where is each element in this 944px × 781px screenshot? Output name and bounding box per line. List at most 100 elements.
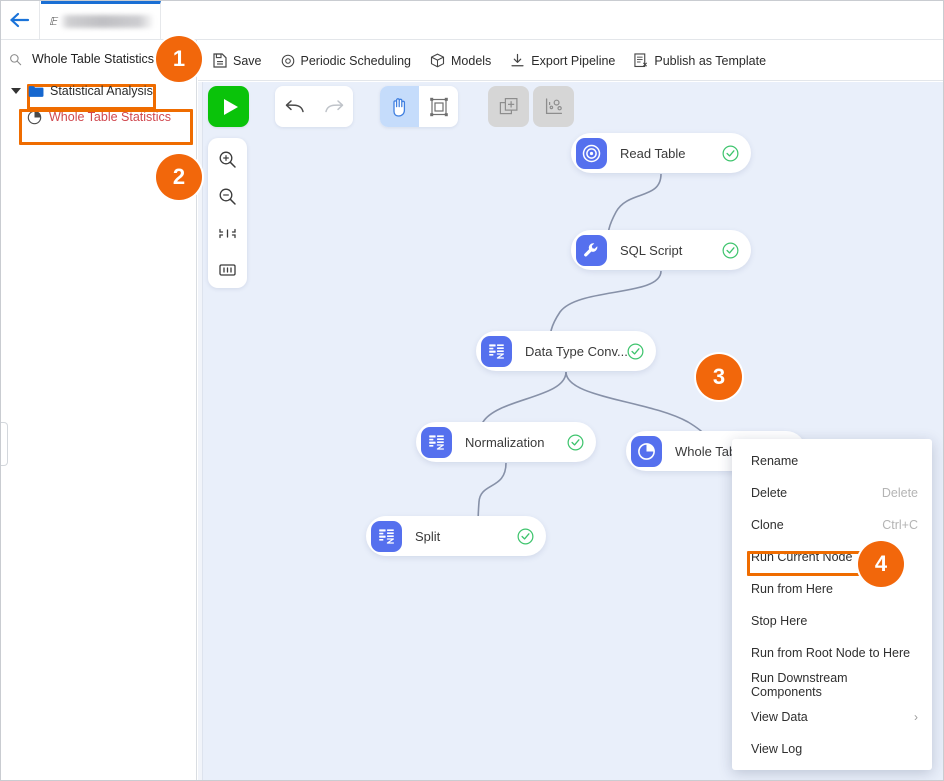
status-success-icon (722, 145, 739, 161)
status-success-icon (627, 343, 644, 359)
sidebar-item-whole-table-statistics[interactable]: Whole Table Statistics (1, 104, 197, 130)
context-menu-item-run-downstream-components[interactable]: Run Downstream Components (732, 669, 932, 701)
context-menu-item-label: Run Current Node (751, 550, 853, 564)
chevron-right-icon: › (914, 710, 918, 724)
fit-to-screen-button[interactable] (213, 218, 243, 248)
context-menu-item-stop-here[interactable]: Stop Here (732, 605, 932, 637)
target-icon (576, 137, 607, 169)
context-menu-item-label: View Log (751, 742, 803, 756)
context-menu-item-run-from-root-node-to-here[interactable]: Run from Root Node to Here (732, 637, 932, 669)
zoom-in-icon (219, 151, 236, 168)
folder-icon (28, 85, 44, 97)
redo-button[interactable] (314, 86, 353, 127)
context-menu-item-delete[interactable]: Delete Delete (732, 477, 932, 509)
redo-icon (324, 99, 343, 112)
pan-tool-button[interactable] (380, 86, 419, 127)
zoom-out-button[interactable] (213, 181, 243, 211)
annotation-badge-3: 3 (696, 354, 742, 400)
undo-icon (285, 99, 304, 112)
sidebar-folder-statistical-analysis[interactable]: Statistical Analysis (1, 78, 197, 104)
back-button[interactable] (1, 1, 40, 39)
search-input[interactable] (29, 48, 169, 70)
annotation-badge-2: 2 (156, 154, 202, 200)
status-success-icon (722, 242, 739, 258)
context-menu-item-view-log[interactable]: View Log (732, 733, 932, 765)
hand-icon (393, 97, 406, 117)
export-pipeline-button[interactable]: Export Pipeline (510, 53, 615, 68)
sidebar-folder-label: Statistical Analysis (50, 84, 153, 98)
annotation-badge-number: 4 (874, 551, 888, 576)
clock-icon (281, 54, 294, 67)
pie-clock-icon (631, 435, 662, 467)
zoom-in-button[interactable] (213, 144, 243, 174)
table-icon (481, 335, 512, 367)
annotation-badge-1: 1 (156, 36, 202, 82)
models-button[interactable]: Models (430, 53, 491, 68)
pipeline-node-read-table[interactable]: Read Table (571, 133, 751, 173)
wrench-icon (576, 234, 607, 266)
search-icon (10, 53, 22, 65)
download-icon (511, 53, 524, 67)
context-menu-item-label: Run from Here (751, 582, 833, 596)
save-icon (213, 53, 227, 68)
back-arrow-icon (10, 12, 30, 28)
periodic-scheduling-label: Periodic Scheduling (300, 53, 412, 68)
add-node-button[interactable] (488, 86, 529, 127)
context-menu-item-label: View Data (751, 710, 808, 724)
tab-file-icon: 𝔼 (49, 16, 58, 28)
periodic-scheduling-button[interactable]: Periodic Scheduling (281, 53, 412, 68)
application-window: 𝔼 Statistical Analysis (0, 0, 944, 781)
node-label: Data Type Conv... (525, 343, 628, 359)
run-pipeline-button[interactable] (208, 86, 249, 127)
save-button[interactable]: Save (213, 53, 262, 68)
context-menu-item-label: Run Downstream Components (751, 671, 848, 699)
annotation-badge-number: 2 (172, 164, 186, 189)
node-label: Read Table (620, 145, 686, 161)
marquee-icon (429, 97, 448, 116)
publish-as-template-label: Publish as Template (654, 53, 767, 68)
context-menu-item-clone[interactable]: Clone Ctrl+C (732, 509, 932, 541)
context-menu-item-rename[interactable]: Rename (732, 445, 932, 477)
sidebar-collapse-handle[interactable] (1, 422, 8, 466)
zoom-control-group (208, 138, 247, 288)
fit-icon (219, 228, 236, 238)
document-tab[interactable]: 𝔼 (41, 1, 161, 39)
export-pipeline-label: Export Pipeline (531, 53, 616, 68)
save-label: Save (233, 53, 262, 68)
context-menu-item-run-from-here[interactable]: Run from Here (732, 573, 932, 605)
actual-size-button[interactable] (213, 255, 243, 285)
context-menu-item-label: Delete (751, 486, 788, 500)
pipeline-canvas[interactable]: Read Table SQL Script Data Type Conv... … (198, 82, 943, 780)
publish-as-template-button[interactable]: Publish as Template (634, 53, 766, 68)
annotation-badge-number: 1 (172, 46, 186, 71)
context-menu-shortcut: Ctrl+C (882, 518, 918, 532)
add-square-icon (499, 97, 518, 114)
canvas-toolbar: Save Periodic Scheduling Models Export P… (198, 41, 943, 81)
chevron-down-icon[interactable] (11, 88, 21, 94)
search-box (29, 48, 169, 70)
play-icon (223, 98, 238, 115)
node-label: Split (415, 528, 441, 544)
actual-size-icon (219, 264, 236, 276)
context-menu-item-label: Clone (751, 518, 784, 532)
mode-button-group (380, 86, 458, 127)
undo-button[interactable] (275, 86, 314, 127)
window-topbar: 𝔼 (1, 1, 943, 40)
context-menu-item-label: Rename (751, 454, 799, 468)
pipeline-node-data-type-conversion[interactable]: Data Type Conv... (476, 331, 656, 371)
auto-layout-button[interactable] (533, 86, 574, 127)
scatter-icon (545, 97, 562, 114)
pipeline-node-normalization[interactable]: Normalization (416, 422, 596, 462)
node-context-menu: Rename Delete Delete Clone Ctrl+C Run Cu… (732, 439, 932, 770)
pipeline-node-split[interactable]: Split (366, 516, 546, 556)
table-icon (371, 520, 402, 552)
context-menu-item-label: Stop Here (751, 614, 808, 628)
context-menu-item-view-data[interactable]: View Data › (732, 701, 932, 733)
pipeline-node-sql-script[interactable]: SQL Script (571, 230, 751, 270)
tab-title-redacted (61, 15, 154, 28)
box-select-tool-button[interactable] (419, 86, 458, 127)
annotation-badge-number: 3 (712, 364, 726, 389)
node-label: SQL Script (620, 242, 683, 258)
sidebar-item-label: Whole Table Statistics (49, 110, 172, 124)
cube-icon (430, 53, 445, 68)
